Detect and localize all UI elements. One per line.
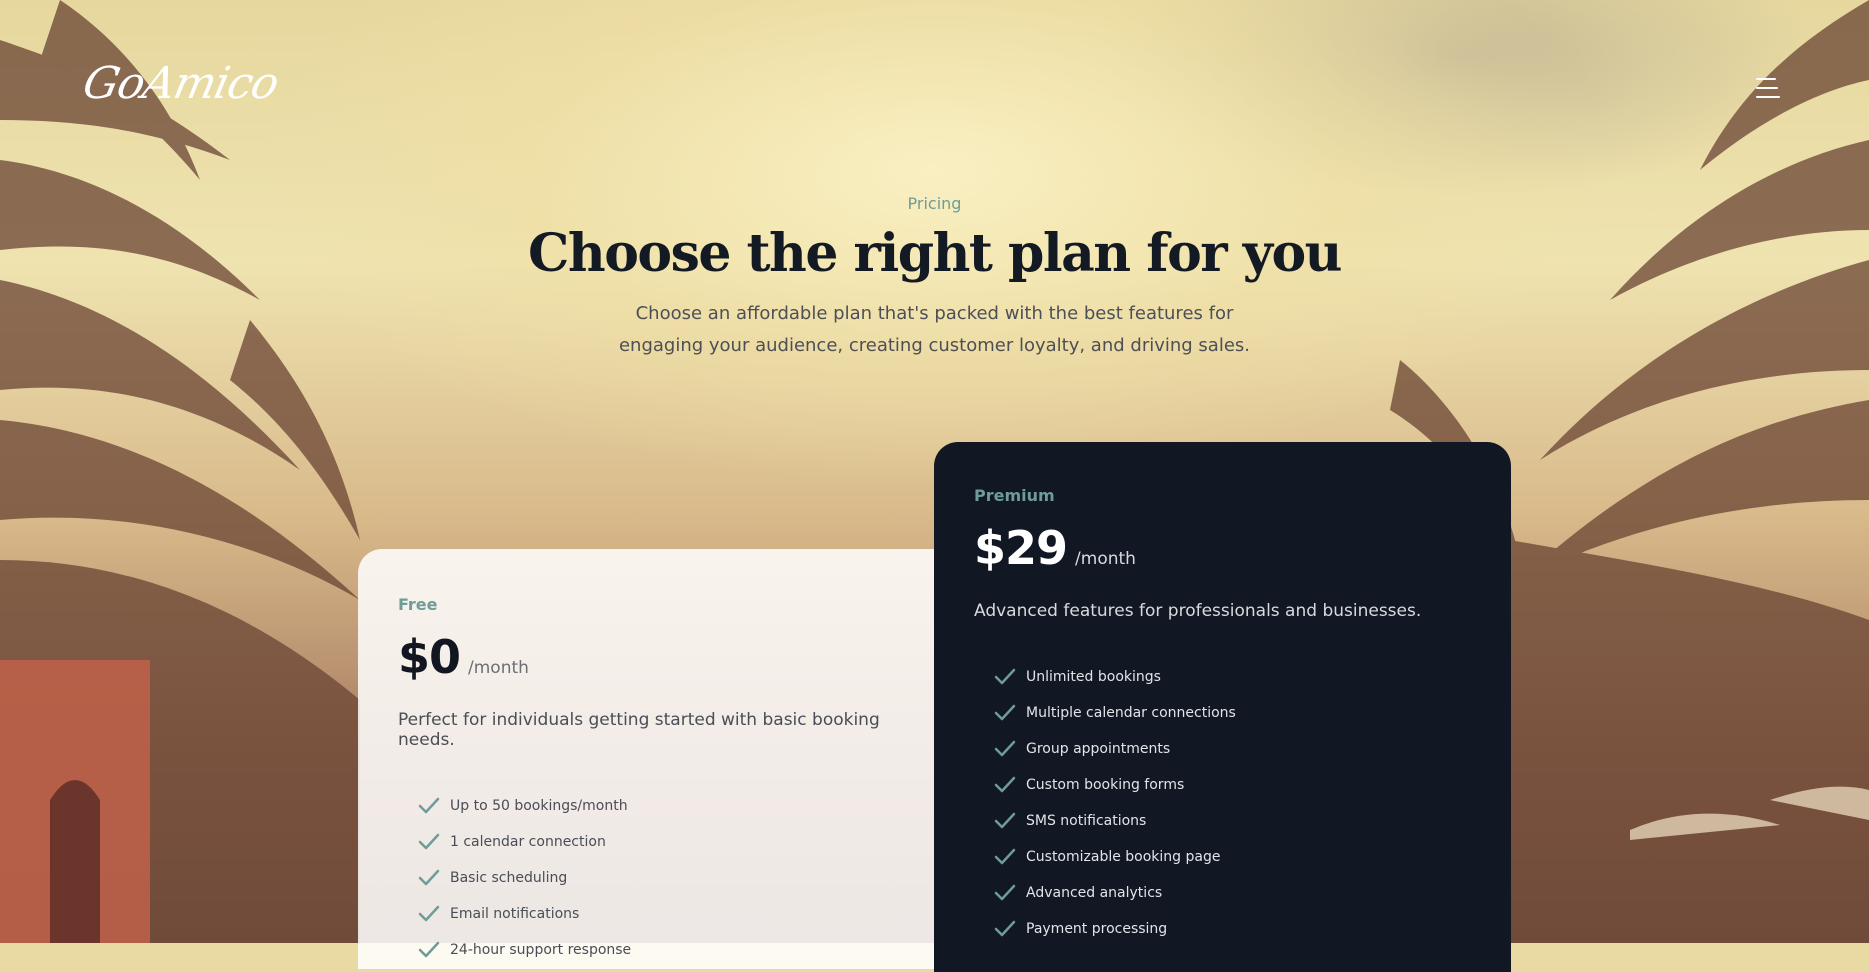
plan-card-premium: Premium $29 /month Advanced features for… bbox=[934, 442, 1511, 972]
feature-item: Custom booking forms bbox=[994, 767, 1471, 803]
plan-description: Perfect for individuals getting started … bbox=[398, 710, 880, 750]
plan-price: $29 bbox=[974, 521, 1068, 575]
feature-item: 1 calendar connection bbox=[418, 824, 894, 860]
check-icon bbox=[994, 884, 1016, 901]
feature-label: 24-hour support response bbox=[450, 942, 632, 958]
feature-item: 24-hour support response bbox=[418, 932, 894, 968]
check-icon bbox=[994, 740, 1016, 757]
feature-label: Unlimited bookings bbox=[1026, 669, 1161, 685]
check-icon bbox=[994, 776, 1016, 793]
feature-label: Payment processing bbox=[1026, 921, 1168, 937]
check-icon bbox=[994, 668, 1016, 685]
page-subtitle: Choose an affordable plan that's packed … bbox=[618, 303, 1251, 356]
feature-item: Up to 50 bookings/month bbox=[418, 788, 894, 824]
plan-price: $0 bbox=[398, 630, 461, 684]
check-icon bbox=[418, 941, 440, 958]
feature-label: 1 calendar connection bbox=[450, 834, 606, 850]
feature-item: SMS notifications bbox=[994, 803, 1471, 839]
plan-name: Premium bbox=[974, 486, 1055, 505]
feature-label: Up to 50 bookings/month bbox=[450, 798, 628, 814]
feature-label: Multiple calendar connections bbox=[1026, 705, 1236, 721]
check-icon bbox=[418, 905, 440, 922]
price-period: /month bbox=[1075, 549, 1136, 569]
feature-item: Advanced analytics bbox=[994, 875, 1471, 911]
check-icon bbox=[418, 797, 440, 814]
check-icon bbox=[994, 920, 1016, 937]
feature-item: Email notifications bbox=[418, 896, 894, 932]
price-row: $29 /month bbox=[974, 521, 1471, 575]
check-icon bbox=[418, 869, 440, 886]
feature-list: Unlimited bookings Multiple calendar con… bbox=[974, 659, 1471, 947]
check-icon bbox=[994, 812, 1016, 829]
section-eyebrow: Pricing bbox=[907, 194, 962, 213]
check-icon bbox=[994, 848, 1016, 865]
plan-name: Free bbox=[398, 595, 438, 614]
feature-item: Unlimited bookings bbox=[994, 659, 1471, 695]
feature-item: Multiple calendar connections bbox=[994, 695, 1471, 731]
feature-label: Customizable booking page bbox=[1026, 849, 1221, 865]
price-period: /month bbox=[468, 658, 529, 678]
hamburger-menu-icon[interactable] bbox=[1754, 76, 1784, 102]
plan-description: Advanced features for professionals and … bbox=[974, 601, 1422, 621]
pricing-hero: Pricing Choose the right plan for you Ch… bbox=[0, 194, 1869, 362]
feature-label: Basic scheduling bbox=[450, 870, 568, 886]
feature-label: Email notifications bbox=[450, 906, 580, 922]
plan-card-free: Free $0 /month Perfect for individuals g… bbox=[358, 549, 934, 969]
check-icon bbox=[994, 704, 1016, 721]
feature-list: Up to 50 bookings/month 1 calendar conne… bbox=[398, 788, 894, 968]
price-row: $0 /month bbox=[398, 630, 894, 684]
feature-item: Payment processing bbox=[994, 911, 1471, 947]
feature-label: Group appointments bbox=[1026, 741, 1171, 757]
feature-item: Customizable booking page bbox=[994, 839, 1471, 875]
feature-label: Custom booking forms bbox=[1026, 777, 1185, 793]
feature-item: Group appointments bbox=[994, 731, 1471, 767]
feature-label: Advanced analytics bbox=[1026, 885, 1163, 901]
page-title: Choose the right plan for you bbox=[528, 223, 1342, 284]
brand-logo[interactable]: GoAmico bbox=[79, 58, 283, 109]
feature-label: SMS notifications bbox=[1026, 813, 1147, 829]
check-icon bbox=[418, 833, 440, 850]
feature-item: Basic scheduling bbox=[418, 860, 894, 896]
